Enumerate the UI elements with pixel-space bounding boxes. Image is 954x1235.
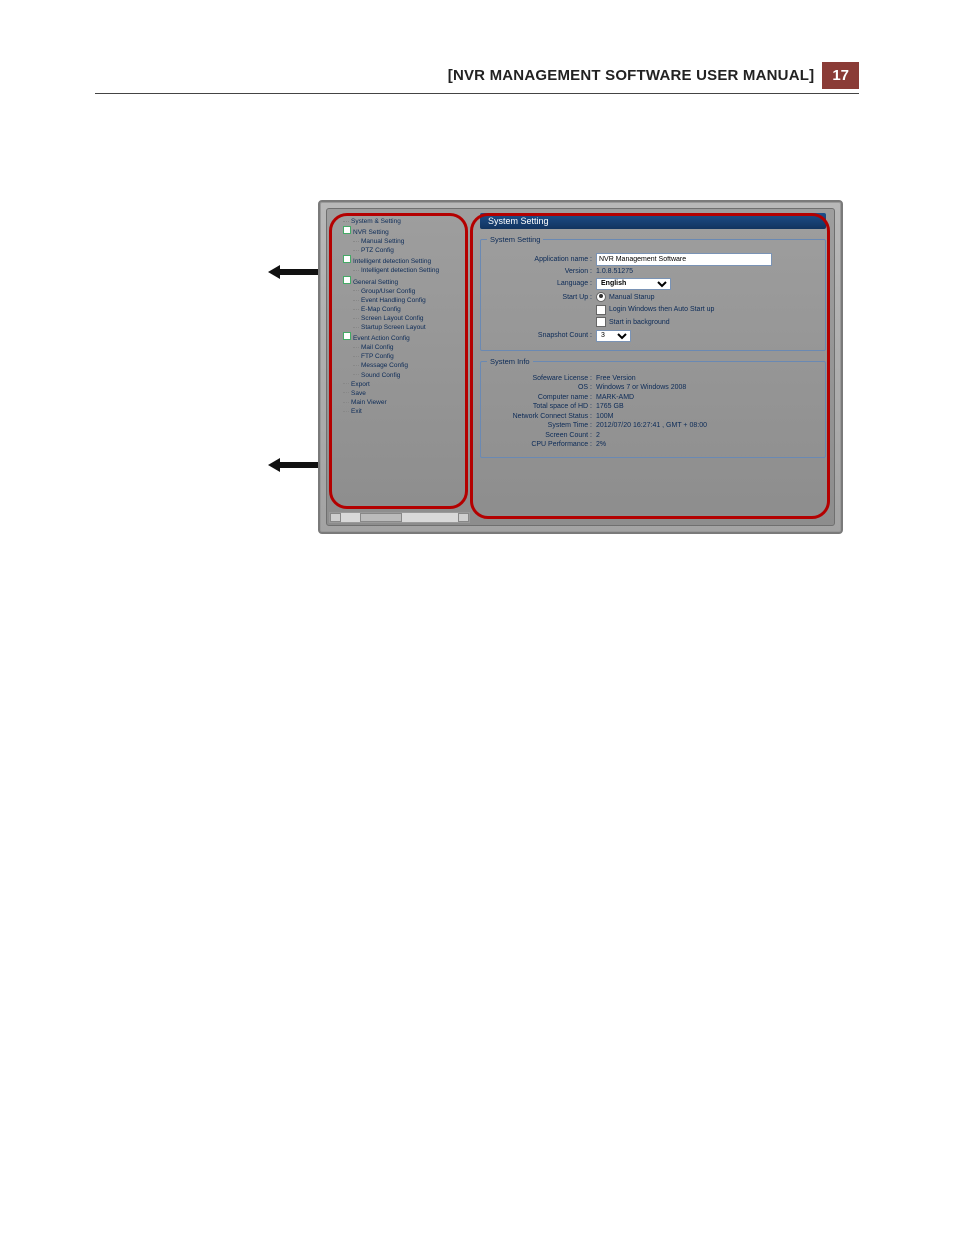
scroll-left-button[interactable] bbox=[330, 513, 341, 522]
system-setting-legend: System Setting bbox=[487, 235, 543, 244]
manual-title: [NVR MANAGEMENT SOFTWARE USER MANUAL] bbox=[448, 67, 815, 84]
tree-message-config[interactable]: Message Config bbox=[353, 361, 468, 370]
network-status-label: Network Connect Status : bbox=[487, 413, 596, 420]
tree-group-user-config[interactable]: Group/User Config bbox=[353, 287, 468, 296]
arrow-icon bbox=[268, 458, 318, 472]
cpu-perf-label: CPU Performance : bbox=[487, 441, 596, 448]
startup-login-label: Login Windows then Auto Start up bbox=[609, 306, 714, 313]
startup-check-background[interactable] bbox=[596, 317, 606, 327]
tree-screen-layout-config[interactable]: Screen Layout Config bbox=[353, 314, 468, 323]
page-header: [NVR MANAGEMENT SOFTWARE USER MANUAL] 17 bbox=[95, 62, 859, 94]
startup-radio-manual[interactable] bbox=[596, 292, 606, 302]
system-info-legend: System Info bbox=[487, 357, 533, 366]
tree-general-setting[interactable]: General Setting bbox=[343, 276, 468, 287]
screenshot-figure: System & Setting NVR Setting Manual Sett… bbox=[318, 200, 843, 534]
hd-space-value: 1765 GB bbox=[596, 403, 624, 410]
network-status-value: 100M bbox=[596, 413, 614, 420]
system-info-group: System Info Sofeware License : Free Vers… bbox=[480, 357, 826, 458]
tree-exit[interactable]: Exit bbox=[343, 407, 468, 416]
tree-export[interactable]: Export bbox=[343, 380, 468, 389]
tree-event-action-config[interactable]: Event Action Config bbox=[343, 332, 468, 343]
tree-intelligent-detection-child[interactable]: Intelligent detection Setting bbox=[353, 266, 468, 275]
license-label: Sofeware License : bbox=[487, 375, 596, 382]
screen-count-value: 2 bbox=[596, 432, 600, 439]
tree-ptz-config[interactable]: PTZ Config bbox=[353, 246, 468, 255]
tree-intelligent-detection[interactable]: Intelligent detection Setting bbox=[343, 255, 468, 266]
tree-startup-screen-layout[interactable]: Startup Screen Layout bbox=[353, 323, 468, 332]
tree-mail-config[interactable]: Mail Config bbox=[353, 343, 468, 352]
hd-space-label: Total space of HD : bbox=[487, 403, 596, 410]
version-label: Version : bbox=[487, 268, 596, 275]
document-page: [NVR MANAGEMENT SOFTWARE USER MANUAL] 17… bbox=[0, 0, 954, 1235]
settings-panel: System Setting System Setting Applicatio… bbox=[472, 209, 834, 525]
tree-root[interactable]: System & Setting bbox=[343, 217, 468, 226]
system-setting-group: System Setting Application name : Versio… bbox=[480, 235, 826, 351]
app-window: System & Setting NVR Setting Manual Sett… bbox=[326, 208, 835, 526]
tree-horizontal-scrollbar[interactable] bbox=[329, 512, 470, 523]
arrow-icon bbox=[268, 265, 318, 279]
computer-name-label: Computer name : bbox=[487, 394, 596, 401]
startup-background-label: Start in background bbox=[609, 319, 670, 326]
os-value: Windows 7 or Windows 2008 bbox=[596, 384, 686, 391]
snapshot-count-select[interactable]: 3 bbox=[596, 330, 631, 342]
language-select[interactable]: English bbox=[596, 278, 671, 290]
page-number-badge: 17 bbox=[822, 62, 859, 89]
app-window-frame: System & Setting NVR Setting Manual Sett… bbox=[318, 200, 843, 534]
startup-manual-label: Manual Starup bbox=[609, 294, 655, 301]
tree-manual-setting[interactable]: Manual Setting bbox=[353, 237, 468, 246]
tree-sound-config[interactable]: Sound Config bbox=[353, 371, 468, 380]
app-name-input[interactable] bbox=[596, 253, 772, 266]
system-time-label: System Time : bbox=[487, 422, 596, 429]
tree-main-viewer[interactable]: Main Viewer bbox=[343, 398, 468, 407]
tree-event-handling-config[interactable]: Event Handling Config bbox=[353, 296, 468, 305]
startup-label: Start Up : bbox=[487, 294, 596, 301]
screen-count-label: Screen Count : bbox=[487, 432, 596, 439]
tree-ftp-config[interactable]: FTP Config bbox=[353, 352, 468, 361]
license-value: Free Version bbox=[596, 375, 636, 382]
tree-emap-config[interactable]: E-Map Config bbox=[353, 305, 468, 314]
os-label: OS : bbox=[487, 384, 596, 391]
computer-name-value: MARK-AMD bbox=[596, 394, 634, 401]
settings-tree[interactable]: System & Setting NVR Setting Manual Sett… bbox=[327, 209, 472, 525]
tree-save[interactable]: Save bbox=[343, 389, 468, 398]
version-value: 1.0.8.51275 bbox=[596, 268, 633, 275]
startup-check-login[interactable] bbox=[596, 305, 606, 315]
system-time-value: 2012/07/20 16:27:41 , GMT + 08:00 bbox=[596, 422, 707, 429]
cpu-perf-value: 2% bbox=[596, 441, 606, 448]
language-label: Language : bbox=[487, 280, 596, 287]
tree-nvr-setting[interactable]: NVR Setting bbox=[343, 226, 468, 237]
panel-title: System Setting bbox=[480, 213, 826, 229]
scroll-thumb[interactable] bbox=[360, 513, 402, 522]
scroll-right-button[interactable] bbox=[458, 513, 469, 522]
app-name-label: Application name : bbox=[487, 256, 596, 263]
snapshot-label: Snapshot Count : bbox=[487, 332, 596, 339]
